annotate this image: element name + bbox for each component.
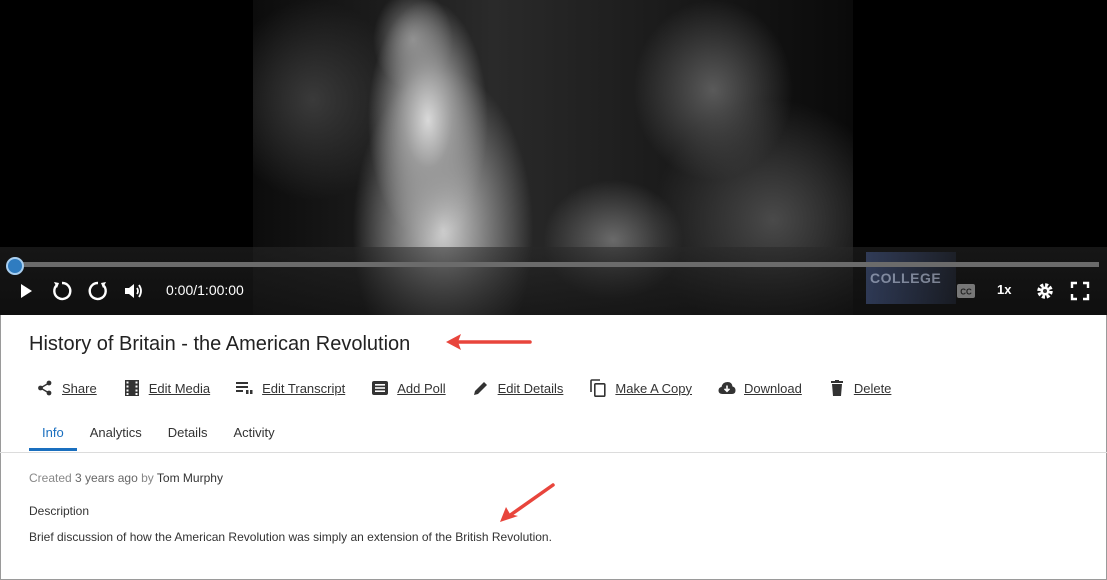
add-poll-label: Add Poll xyxy=(397,380,446,396)
pencil-icon xyxy=(472,379,490,397)
created-by: by xyxy=(141,471,154,485)
created-prefix: Created xyxy=(29,471,72,485)
download-button[interactable]: Download xyxy=(718,379,802,397)
tab-analytics[interactable]: Analytics xyxy=(77,417,155,451)
description-label: Description xyxy=(29,504,90,518)
author-name: Tom Murphy xyxy=(156,471,223,485)
description-text: Brief discussion of how the American Rev… xyxy=(29,530,552,544)
media-title: History of Britain - the American Revolu… xyxy=(29,333,411,355)
volume-button[interactable] xyxy=(122,280,146,302)
gear-icon xyxy=(1037,283,1053,299)
created-info: Created 3 years ago by Tom Murphy xyxy=(29,471,223,485)
time-display: 0:00/1:00:00 xyxy=(166,282,244,298)
watermark-logo: COLLEGE xyxy=(866,252,956,304)
share-icon xyxy=(36,379,54,397)
trash-icon xyxy=(828,379,846,397)
edit-details-label: Edit Details xyxy=(497,380,564,396)
annotation-arrow xyxy=(446,334,532,350)
fullscreen-icon xyxy=(1070,281,1090,301)
forward-icon xyxy=(88,281,107,301)
delete-label: Delete xyxy=(853,380,892,396)
progress-bar[interactable] xyxy=(14,262,1099,267)
transcript-icon xyxy=(236,379,254,397)
rewind-icon xyxy=(53,281,72,301)
make-a-copy-button[interactable]: Make A Copy xyxy=(589,379,692,397)
playback-rate-button[interactable]: 1x xyxy=(997,282,1011,297)
cloud-download-icon xyxy=(718,379,736,397)
download-label: Download xyxy=(744,380,802,396)
captions-button[interactable]: CC xyxy=(955,280,977,302)
edit-details-button[interactable]: Edit Details xyxy=(472,379,564,397)
tab-details[interactable]: Details xyxy=(155,417,221,451)
edit-transcript-button[interactable]: Edit Transcript xyxy=(236,379,345,397)
video-player[interactable]: COLLEGE 0:00/1:00:00 CC 1x xyxy=(0,0,1107,315)
edit-media-label: Edit Media xyxy=(148,380,211,396)
poll-icon xyxy=(371,379,389,397)
rewind-button[interactable] xyxy=(50,280,74,302)
tab-divider xyxy=(0,452,1107,453)
svg-text:CC: CC xyxy=(960,288,972,297)
annotation-arrow-description xyxy=(500,483,555,522)
add-poll-button[interactable]: Add Poll xyxy=(371,379,446,397)
forward-button[interactable] xyxy=(86,280,110,302)
created-ago: 3 years ago xyxy=(75,471,138,485)
action-bar: Share Edit Media Edit Transcript Add Pol… xyxy=(36,379,917,397)
edit-transcript-label: Edit Transcript xyxy=(262,380,346,396)
volume-icon xyxy=(125,284,142,298)
fullscreen-button[interactable] xyxy=(1069,280,1091,302)
tab-info[interactable]: Info xyxy=(29,417,77,451)
play-icon xyxy=(21,284,32,298)
tab-bar: Info Analytics Details Activity xyxy=(29,417,288,451)
share-button[interactable]: Share xyxy=(36,379,97,397)
play-button[interactable] xyxy=(16,280,36,302)
settings-button[interactable] xyxy=(1034,280,1056,302)
delete-button[interactable]: Delete xyxy=(828,379,892,397)
progress-scrubber[interactable] xyxy=(6,257,24,275)
closed-captions-icon: CC xyxy=(957,284,975,298)
tab-activity[interactable]: Activity xyxy=(220,417,287,451)
film-icon xyxy=(123,379,141,397)
edit-media-button[interactable]: Edit Media xyxy=(123,379,210,397)
share-label: Share xyxy=(62,380,97,396)
make-a-copy-label: Make A Copy xyxy=(615,380,692,396)
copy-icon xyxy=(589,379,607,397)
